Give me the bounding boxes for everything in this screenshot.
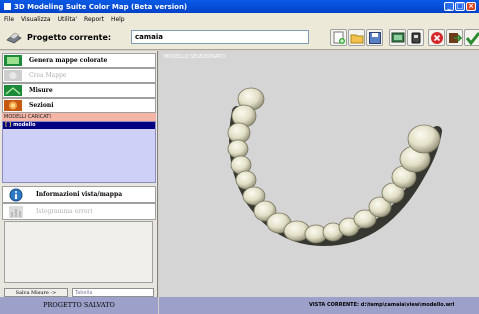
- histogram-icon: [9, 205, 23, 218]
- model-label: modello: [13, 122, 36, 128]
- nav-info-vista[interactable]: Informazioni vista/mappa: [2, 186, 156, 203]
- open-button[interactable]: [348, 29, 365, 46]
- measure-icon: [4, 85, 22, 96]
- confirm-button[interactable]: [464, 29, 479, 46]
- minimize-button[interactable]: _: [444, 2, 454, 11]
- dental-arch-model[interactable]: [159, 51, 479, 297]
- exit-icon: [431, 32, 443, 44]
- model-icon: [ ]: [5, 122, 12, 128]
- project-icon: [6, 32, 22, 44]
- confirm-icon: [466, 32, 479, 45]
- add-icon: [333, 31, 345, 44]
- nav-crea-mappe[interactable]: Crea Mappe: [2, 68, 156, 83]
- nav-label: Misure: [29, 87, 53, 94]
- screenshot-icon: [391, 32, 405, 43]
- print-button[interactable]: [407, 29, 424, 46]
- list-item[interactable]: [ ] modello: [3, 122, 155, 129]
- nav-label: Sezioni: [29, 102, 54, 109]
- left-panel: Genera mappe colorate Crea Mappe Misure …: [0, 51, 158, 297]
- menu-help[interactable]: Help: [111, 16, 125, 23]
- app-window: 3D Modeling Suite Color Map (Beta versio…: [0, 0, 479, 314]
- maximize-button[interactable]: □: [455, 2, 465, 11]
- menu-bar: File Visualizza Utilita' Report Help: [0, 13, 479, 25]
- add-button[interactable]: [330, 29, 347, 46]
- menu-file[interactable]: File: [4, 16, 14, 23]
- project-name-field[interactable]: camaia: [131, 30, 309, 44]
- table-name-field[interactable]: Tabella: [72, 288, 154, 297]
- nav-genera-mappe[interactable]: Genera mappe colorate: [2, 53, 156, 68]
- models-list[interactable]: [ ] modello: [2, 121, 156, 183]
- nav-label: Crea Mappe: [29, 72, 67, 79]
- status-current-view: VISTA CORRENTE: d:\temp\camaia\view\mode…: [159, 297, 479, 314]
- menu-visualizza[interactable]: Visualizza: [21, 16, 51, 23]
- toolbar: Progetto corrente: camaia: [0, 25, 479, 50]
- section-icon: [4, 100, 22, 111]
- 3d-viewport[interactable]: MODELLO SELEZIONATO: [159, 51, 479, 297]
- window-title: 3D Modeling Suite Color Map (Beta versio…: [14, 2, 188, 11]
- export-button[interactable]: [446, 29, 463, 46]
- project-label: Progetto corrente:: [27, 33, 112, 42]
- save-icon: [369, 32, 381, 44]
- info-panel: [4, 221, 153, 283]
- nav-label: Genera mappe colorate: [29, 57, 108, 64]
- models-header: MODELLI CARICATI: [2, 113, 156, 121]
- menu-report[interactable]: Report: [84, 16, 104, 23]
- close-button[interactable]: ×: [466, 2, 476, 11]
- color-map-icon: [4, 55, 22, 66]
- open-folder-icon: [350, 34, 364, 44]
- teeth: [227, 87, 441, 244]
- menu-utilita[interactable]: Utilita': [58, 16, 77, 23]
- map-icon: [4, 70, 22, 81]
- nav-istogramma[interactable]: Istogramma errori: [2, 203, 156, 220]
- nav-misure[interactable]: Misure: [2, 83, 156, 98]
- export-icon: [449, 33, 462, 43]
- screenshot-button[interactable]: [389, 29, 406, 46]
- nav-label: Istogramma errori: [36, 208, 93, 215]
- print-icon: [411, 32, 421, 44]
- nav-sezioni[interactable]: Sezioni: [2, 98, 156, 113]
- nav-label: Informazioni vista/mappa: [36, 191, 123, 198]
- info-icon: [9, 188, 23, 201]
- title-bar: 3D Modeling Suite Color Map (Beta versio…: [0, 0, 479, 13]
- app-icon: [4, 3, 11, 10]
- status-saved: PROGETTO SALVATO: [0, 297, 158, 314]
- save-measures-button[interactable]: Salva Misure ->: [4, 288, 68, 297]
- save-button[interactable]: [366, 29, 383, 46]
- viewport-label: MODELLO SELEZIONATO: [164, 54, 226, 60]
- exit-button[interactable]: [428, 29, 445, 46]
